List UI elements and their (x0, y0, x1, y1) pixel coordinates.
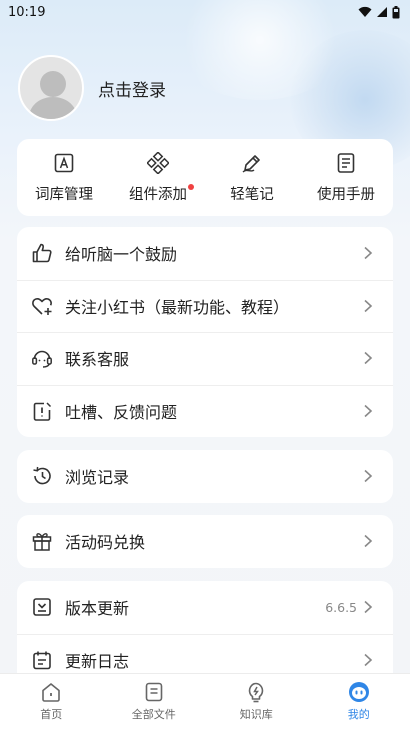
tool-dictionary[interactable]: 词库管理 (17, 139, 111, 216)
headset-icon (32, 351, 52, 368)
tool-manual[interactable]: 使用手册 (299, 139, 393, 216)
menu-item-feedback[interactable]: 吐槽、反馈问题 (17, 384, 393, 438)
signal-icon (377, 7, 387, 17)
heart-plus-icon (32, 297, 52, 315)
widget-icon (147, 151, 169, 174)
tool-quick-note[interactable]: 轻笔记 (205, 139, 299, 216)
tab-all-files[interactable]: 全部文件 (103, 674, 206, 729)
menu-group-history: 浏览记录 (17, 450, 393, 503)
wifi-icon (358, 6, 372, 17)
menu-group-version: 版本更新 6.6.5 更新日志 (17, 581, 393, 686)
chevron-right-icon (364, 535, 373, 548)
pen-icon (242, 154, 260, 173)
menu-group-redeem: 活动码兑换 (17, 515, 393, 568)
chevron-right-icon (364, 352, 373, 365)
chevron-right-icon (364, 404, 373, 417)
menu-item-encourage[interactable]: 给听脑一个鼓励 (17, 227, 393, 280)
tab-mine[interactable]: 我的 (308, 674, 410, 729)
chevron-right-icon (364, 653, 373, 666)
new-badge-dot (188, 183, 194, 190)
menu-group-feedback: 给听脑一个鼓励 关注小红书（最新功能、教程） 联系客服 吐槽、反馈问题 (17, 227, 393, 437)
feedback-icon (33, 402, 52, 421)
menu-item-version-update[interactable]: 版本更新 6.6.5 (17, 581, 393, 634)
gift-icon (32, 533, 52, 551)
chevron-right-icon (364, 470, 373, 483)
chevron-right-icon (364, 601, 373, 614)
menu-item-xiaohongshu[interactable]: 关注小红书（最新功能、教程） (17, 279, 393, 333)
chevron-right-icon (364, 299, 373, 312)
tool-label: 词库管理 (35, 186, 93, 203)
tab-knowledge-base[interactable]: 知识库 (205, 674, 308, 729)
dictionary-icon (54, 153, 74, 172)
tool-widget[interactable]: 组件添加 (111, 139, 205, 216)
tools-card: 词库管理 组件添加 轻笔记 使用手册 (17, 139, 393, 216)
login-link[interactable]: 点击登录 (98, 76, 166, 101)
download-box-icon (33, 598, 51, 617)
manual-icon (337, 152, 355, 173)
home-icon (42, 683, 61, 702)
tool-label: 轻笔记 (230, 186, 274, 203)
bottom-tab-bar: 首页 全部文件 知识库 我的 (0, 673, 410, 729)
mine-face-icon (348, 682, 369, 702)
knowledge-bulb-icon (249, 682, 264, 703)
thumbs-up-icon (32, 243, 52, 263)
menu-item-history[interactable]: 浏览记录 (17, 450, 393, 503)
tool-label: 组件添加 (129, 183, 194, 204)
files-icon (145, 682, 163, 702)
chevron-right-icon (364, 247, 373, 260)
history-icon (33, 467, 51, 485)
menu-item-redeem-code[interactable]: 活动码兑换 (17, 515, 393, 568)
profile-header[interactable]: 点击登录 (18, 55, 166, 121)
status-bar: 10:19 (0, 0, 410, 24)
status-time: 10:19 (8, 4, 46, 20)
battery-icon (392, 5, 400, 18)
tab-home[interactable]: 首页 (0, 674, 103, 729)
default-avatar-icon (28, 71, 78, 119)
version-number: 6.6.5 (325, 599, 357, 615)
avatar[interactable] (18, 55, 84, 121)
menu-item-contact-support[interactable]: 联系客服 (17, 332, 393, 385)
tool-label: 使用手册 (317, 186, 375, 203)
calendar-icon (33, 651, 51, 670)
